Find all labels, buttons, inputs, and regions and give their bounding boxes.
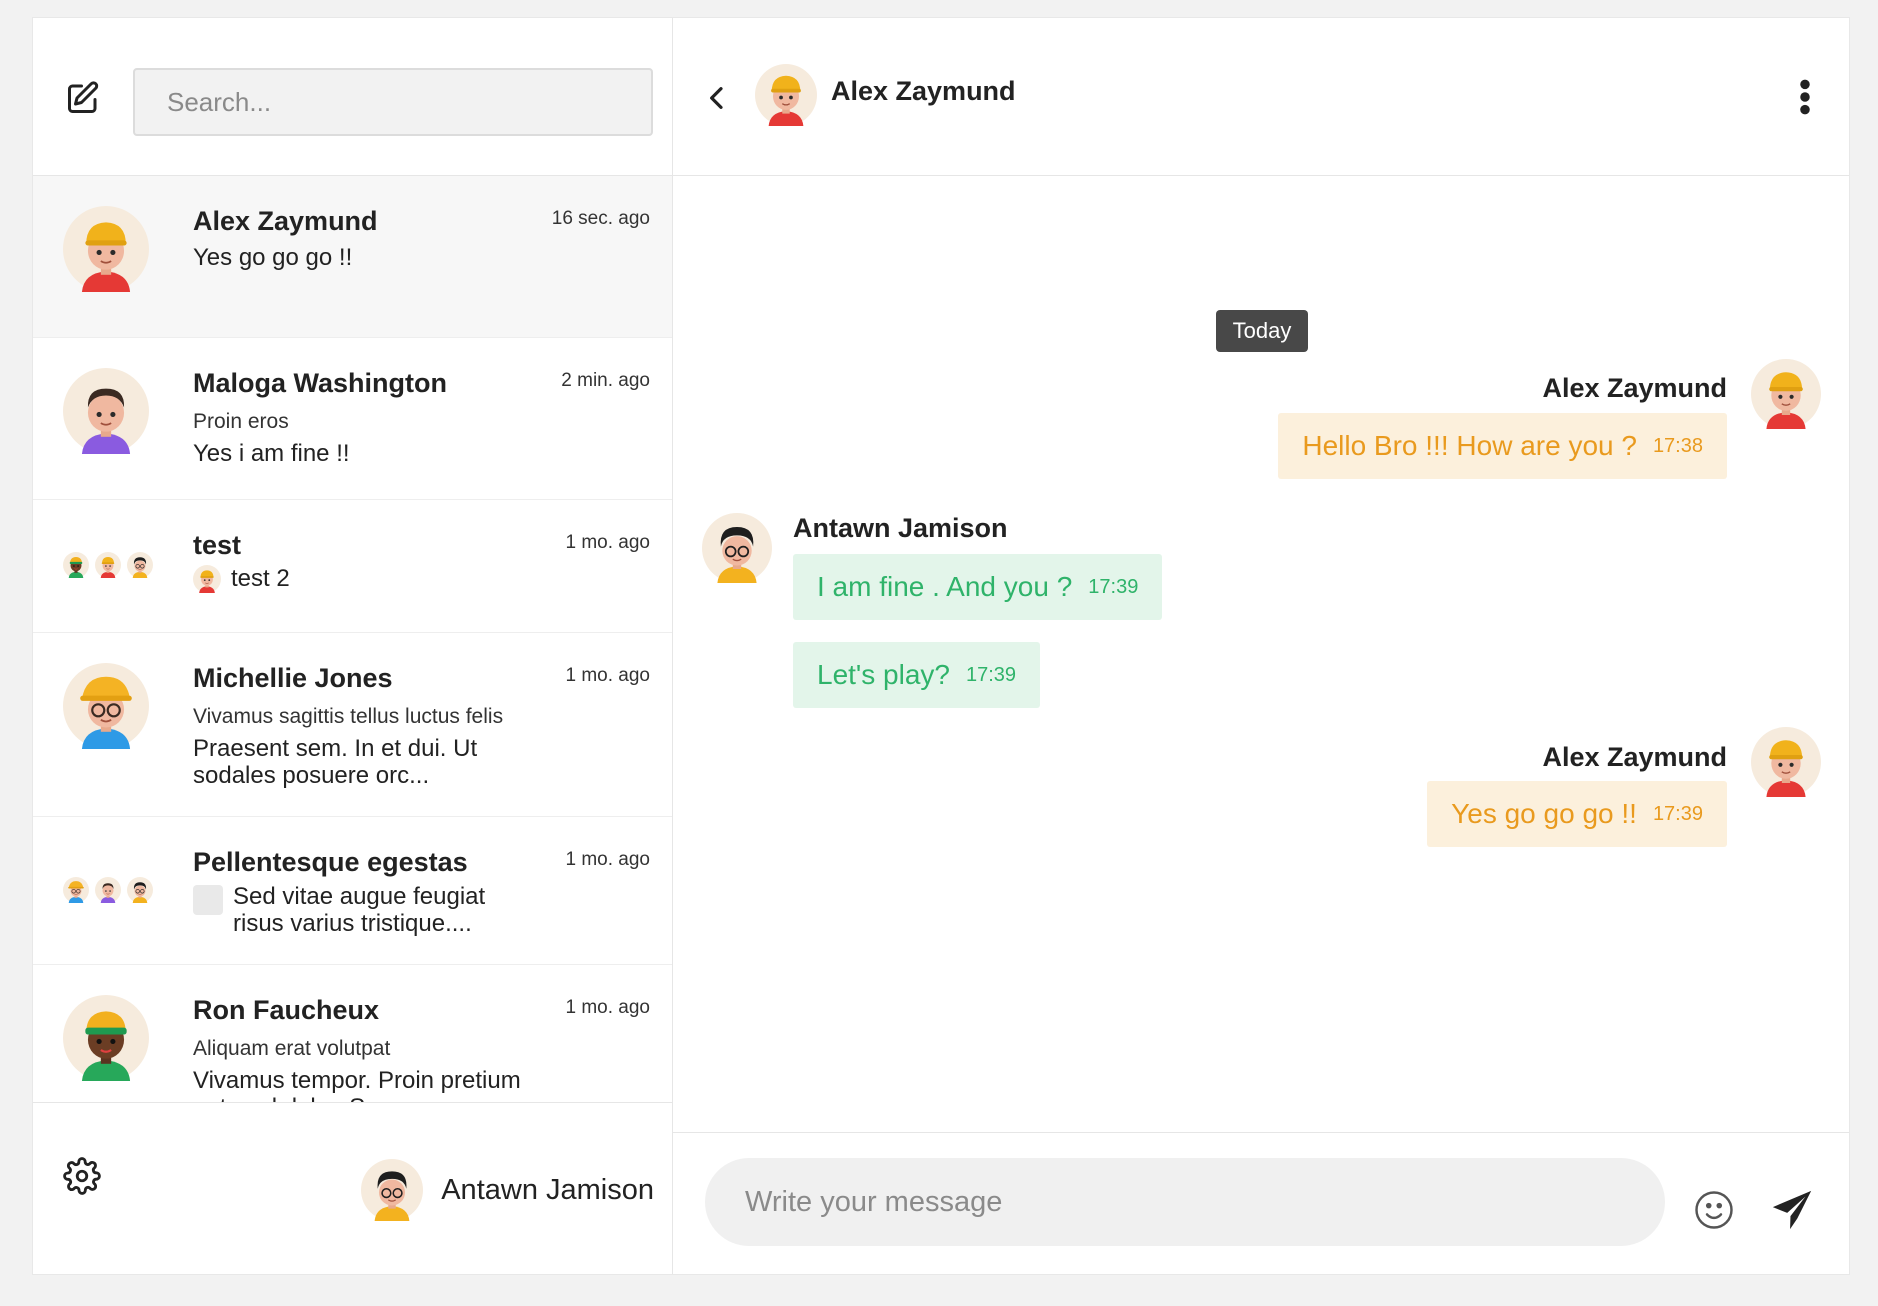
smiley-icon[interactable] <box>1693 1189 1735 1231</box>
message-time: 17:39 <box>1088 575 1139 598</box>
conversation-time: 1 mo. ago <box>565 997 651 1018</box>
conversation-item[interactable]: Alex Zaymund 16 sec. ago Yes go go go !! <box>33 176 672 338</box>
conversation-name: Michellie Jones <box>193 663 393 693</box>
avatar <box>702 513 772 583</box>
contact-name[interactable]: Alex Zaymund <box>831 76 1016 107</box>
conversation-time: 1 mo. ago <box>565 849 651 870</box>
avatar <box>63 206 149 292</box>
conversation-preview: test 2 <box>231 565 290 592</box>
message-bubble: Hello Bro !!! How are you ? 17:38 <box>1278 413 1727 479</box>
message-text: I am fine . And you ? <box>817 571 1073 602</box>
conversation-name: Maloga Washington <box>193 368 447 398</box>
sidebar-footer: Antawn Jamison <box>33 1102 672 1274</box>
avatar <box>63 995 149 1081</box>
group-avatars <box>63 552 153 578</box>
message-composer <box>673 1132 1849 1274</box>
sidebar-header <box>33 18 672 176</box>
conversation-preview: Yes go go go !! <box>193 244 353 271</box>
message-sender: Alex Zaymund <box>1542 742 1727 772</box>
avatar <box>63 877 89 903</box>
paper-plane-icon[interactable] <box>1769 1187 1815 1233</box>
message-time: 17:38 <box>1652 434 1703 457</box>
avatar <box>95 877 121 903</box>
chat-app: Alex Zaymund 16 sec. ago Yes go go go !!… <box>32 17 1850 1275</box>
conversation-subtitle: Proin eros <box>193 410 289 433</box>
chat-header: Alex Zaymund <box>673 18 1849 176</box>
message-time: 17:39 <box>1652 802 1703 825</box>
conversation-preview: Yes i am fine !! <box>193 440 350 467</box>
dots-vertical-icon[interactable] <box>1797 78 1813 116</box>
message-sender: Antawn Jamison <box>793 513 1008 543</box>
conversation-subtitle: Vivamus sagittis tellus luctus felis <box>193 705 504 728</box>
message-sender: Alex Zaymund <box>1542 373 1727 403</box>
chat-panel: Alex Zaymund Today Alex Zaymund Hello Br… <box>673 18 1849 1274</box>
avatar <box>1751 359 1821 429</box>
avatar <box>1751 727 1821 797</box>
conversation-item[interactable]: Pellentesque egestas 1 mo. ago Sed vitae… <box>33 817 672 965</box>
message-text: Hello Bro !!! How are you ? <box>1302 430 1637 461</box>
avatar <box>63 663 149 749</box>
conversation-preview-row: test 2 <box>193 565 290 593</box>
conversation-preview: Praesent sem. In et dui. Ut sodales posu… <box>193 735 478 789</box>
image-placeholder-icon <box>193 885 223 915</box>
conversation-preview-row: Sed vitae augue feugiat risus varius tri… <box>193 883 533 937</box>
avatar <box>193 565 221 593</box>
message-input[interactable] <box>705 1158 1665 1246</box>
sidebar: Alex Zaymund 16 sec. ago Yes go go go !!… <box>33 18 673 1274</box>
message-bubble: I am fine . And you ? 17:39 <box>793 554 1163 620</box>
message-bubble: Let's play? 17:39 <box>793 642 1041 708</box>
conversation-time: 16 sec. ago <box>551 208 650 229</box>
conversation-item[interactable]: Maloga Washington 2 min. ago Proin eros … <box>33 338 672 500</box>
avatar <box>95 552 121 578</box>
conversation-name: Alex Zaymund <box>193 206 378 236</box>
conversation-time: 1 mo. ago <box>565 532 651 553</box>
day-separator: Today <box>1216 310 1308 352</box>
group-avatars <box>63 877 153 903</box>
conversation-preview: Sed vitae augue feugiat risus varius tri… <box>233 883 486 937</box>
conversation-item[interactable]: Michellie Jones 1 mo. ago Vivamus sagitt… <box>33 633 672 817</box>
conversation-name: Pellentesque egestas <box>193 847 468 877</box>
conversation-preview: Vivamus tempor. Proin pretium ante vel d… <box>193 1067 521 1102</box>
conversation-name: test <box>193 530 242 560</box>
search-input[interactable] <box>133 68 653 136</box>
message-text: Let's play? <box>817 659 950 690</box>
conversation-list: Alex Zaymund 16 sec. ago Yes go go go !!… <box>33 176 672 1102</box>
avatar <box>127 552 153 578</box>
avatar <box>63 552 89 578</box>
avatar <box>361 1159 423 1221</box>
conversation-item[interactable]: Ron Faucheux 1 mo. ago Aliquam erat volu… <box>33 965 672 1102</box>
conversation-time: 1 mo. ago <box>565 665 651 686</box>
gear-icon[interactable] <box>63 1157 101 1195</box>
current-user-name: Antawn Jamison <box>441 1173 654 1206</box>
compose-icon[interactable] <box>65 80 101 116</box>
current-user[interactable]: Antawn Jamison <box>361 1159 654 1221</box>
avatar[interactable] <box>755 64 817 126</box>
chevron-left-icon[interactable] <box>701 80 733 116</box>
message-time: 17:39 <box>966 663 1017 686</box>
conversation-item[interactable]: test 1 mo. ago test 2 <box>33 500 672 633</box>
avatar <box>127 877 153 903</box>
message-bubble: Yes go go go !! 17:39 <box>1427 781 1727 847</box>
message-text: Yes go go go !! <box>1451 798 1637 829</box>
conversation-name: Ron Faucheux <box>193 995 380 1025</box>
conversation-subtitle: Aliquam erat volutpat <box>193 1037 391 1060</box>
avatar <box>63 368 149 454</box>
message-list: Today Alex Zaymund Hello Bro !!! How are… <box>673 177 1849 1127</box>
conversation-time: 2 min. ago <box>561 370 650 391</box>
